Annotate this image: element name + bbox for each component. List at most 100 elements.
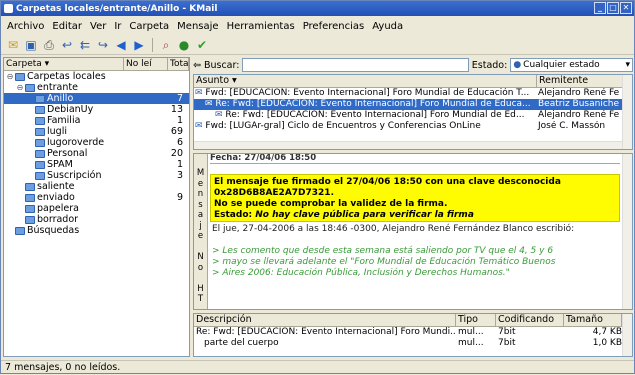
folder-icon: [25, 215, 35, 224]
check-mail-icon[interactable]: ●: [176, 37, 192, 53]
message-sender: Beatriz Busaniche: [538, 99, 620, 109]
maximize-button[interactable]: □: [607, 2, 619, 14]
print-icon[interactable]: ⎙: [41, 37, 57, 53]
part-desc: parte del cuerpo: [204, 338, 279, 348]
minimize-button[interactable]: _: [594, 2, 606, 14]
message-row[interactable]: ✉ Fwd: [EDUCACION: Evento Internacional]…: [194, 88, 632, 99]
total-column-header[interactable]: Tota: [168, 58, 189, 70]
menu-herramientas[interactable]: Herramientas: [223, 21, 299, 32]
folder-column-header[interactable]: Carpeta ▾: [4, 58, 124, 70]
state-select[interactable]: ● Cualquier estado ▾: [510, 58, 633, 72]
new-message-icon[interactable]: ✉: [5, 37, 21, 53]
expand-icon[interactable]: ⊖: [6, 71, 14, 82]
folder-item[interactable]: borrador: [4, 214, 189, 225]
folder-count: 13: [170, 104, 183, 115]
folder-icon: [35, 138, 45, 147]
parts-scrollbar[interactable]: [622, 314, 632, 356]
folder-count: 7: [176, 93, 183, 104]
folder-item[interactable]: lugli 69: [4, 126, 189, 137]
part-size: 4,7 KB: [592, 327, 622, 337]
folder-count: 9: [176, 192, 183, 203]
menu-mensaje[interactable]: Mensaje: [173, 21, 222, 32]
sig-line-2: 0x28D6B8AE2A7D7321.: [214, 188, 334, 198]
message-list-header: Asunto ▾ Remitente: [194, 75, 632, 88]
menu-editar[interactable]: Editar: [48, 21, 86, 32]
menu-carpeta[interactable]: Carpeta: [125, 21, 173, 32]
search-label: Buscar:: [203, 59, 240, 71]
part-size: 1,0 KB: [592, 338, 622, 348]
mime-parts-list: Descripción Tipo Codificando Tamaño Re: …: [193, 313, 633, 357]
message-row[interactable]: ✉ Re: Fwd: [EDUCACION: Evento Internacio…: [194, 110, 632, 121]
folder-item[interactable]: ⊖ entrante: [4, 82, 189, 93]
title-bar: Carpetas locales/entrante/Anillo - KMail…: [1, 1, 634, 16]
quote-line: > mayo se llevará adelante el "Foro Mund…: [212, 257, 556, 267]
reader-side-tab[interactable]: MensajeNoHT: [194, 154, 208, 309]
next-icon[interactable]: ▶: [131, 37, 147, 53]
folder-item[interactable]: saliente: [4, 181, 189, 192]
folder-item[interactable]: enviado 9: [4, 192, 189, 203]
folder-item[interactable]: Familia 1: [4, 115, 189, 126]
forward-icon[interactable]: ↪: [95, 37, 111, 53]
folder-label: lugoroverde: [47, 137, 105, 148]
find-icon[interactable]: ⌕: [158, 37, 174, 53]
reply-icon[interactable]: ↩: [59, 37, 75, 53]
close-button[interactable]: ✕: [620, 2, 632, 14]
reader-scrollbar[interactable]: [622, 154, 632, 309]
folder-count: [165, 203, 189, 214]
signature-warning-box: El mensaje fue firmado el 27/04/06 18:50…: [210, 174, 620, 222]
subject-column-header[interactable]: Asunto ▾: [194, 75, 537, 87]
folder-label: enviado: [37, 192, 75, 203]
message-list-hscrollbar[interactable]: [194, 141, 622, 149]
message-subject: Re: Fwd: [EDUCACION: Evento Internaciona…: [215, 99, 531, 109]
reply-all-icon[interactable]: ⇇: [77, 37, 93, 53]
folder-item[interactable]: ⊖ Carpetas locales: [4, 71, 189, 82]
folder-icon: [35, 171, 45, 180]
folder-label: borrador: [37, 214, 79, 225]
folder-item[interactable]: SPAM 1: [4, 159, 189, 170]
message-list: Asunto ▾ Remitente ✉ Fwd: [EDUCACION: Ev…: [193, 74, 633, 150]
folder-item[interactable]: DebianUy 13: [4, 104, 189, 115]
folder-item[interactable]: papelera: [4, 203, 189, 214]
expand-icon[interactable]: ⊖: [16, 82, 24, 93]
folder-count: [165, 214, 189, 225]
folder-count: [165, 181, 189, 192]
folder-item[interactable]: Búsquedas: [4, 225, 189, 236]
part-row[interactable]: Re: Fwd: [EDUCACION: Evento Internaciona…: [194, 327, 632, 338]
type-column-header[interactable]: Tipo: [456, 314, 496, 326]
folder-count: 69: [170, 126, 183, 137]
message-subject: Fwd: [LUGAr-gral] Ciclo de Encuentros y …: [205, 121, 481, 131]
sender-column-header[interactable]: Remitente: [537, 75, 623, 87]
desc-column-header[interactable]: Descripción: [194, 314, 456, 326]
mark-checkmark-icon[interactable]: ✔: [194, 37, 210, 53]
menu-ir[interactable]: Ir: [110, 21, 125, 32]
encoding-column-header[interactable]: Codificando: [496, 314, 564, 326]
folder-count: 1: [176, 115, 183, 126]
part-row[interactable]: parte del cuerpo mul... 7bit 1,0 KB: [194, 338, 632, 349]
folder-item[interactable]: Suscripción 3: [4, 170, 189, 181]
folder-icon: [35, 160, 45, 169]
unread-column-header[interactable]: No leí: [124, 58, 168, 70]
folder-item[interactable]: Anillo 7: [4, 93, 189, 104]
size-column-header[interactable]: Tamaño: [564, 314, 622, 326]
search-input[interactable]: [242, 58, 469, 72]
sig-status-label: Estado:: [214, 210, 253, 220]
menu-ayuda[interactable]: Ayuda: [368, 21, 407, 32]
message-row[interactable]: ✉ Fwd: [LUGAr-gral] Ciclo de Encuentros …: [194, 121, 632, 132]
sig-line-1: El mensaje fue firmado el 27/04/06 18:50…: [214, 177, 561, 187]
back-icon[interactable]: ◀: [113, 37, 129, 53]
folder-icon: [25, 83, 35, 92]
folder-item[interactable]: lugoroverde 6: [4, 137, 189, 148]
app-icon: [4, 4, 13, 13]
menu-archivo[interactable]: Archivo: [3, 21, 48, 32]
folder-icon: [35, 116, 45, 125]
mail-icon: ✉: [195, 88, 206, 98]
menu-ver[interactable]: Ver: [86, 21, 110, 32]
message-list-scrollbar[interactable]: [622, 75, 632, 149]
menu-preferencias[interactable]: Preferencias: [299, 21, 369, 32]
save-icon[interactable]: ▣: [23, 37, 39, 53]
search-clear-icon[interactable]: ⇦: [193, 60, 201, 71]
message-row[interactable]: ✉ Re: Fwd: [EDUCACION: Evento Internacio…: [194, 99, 632, 110]
folder-icon: [25, 193, 35, 202]
folder-item[interactable]: Personal 20: [4, 148, 189, 159]
window-title: Carpetas locales/entrante/Anillo - KMail: [16, 3, 218, 14]
